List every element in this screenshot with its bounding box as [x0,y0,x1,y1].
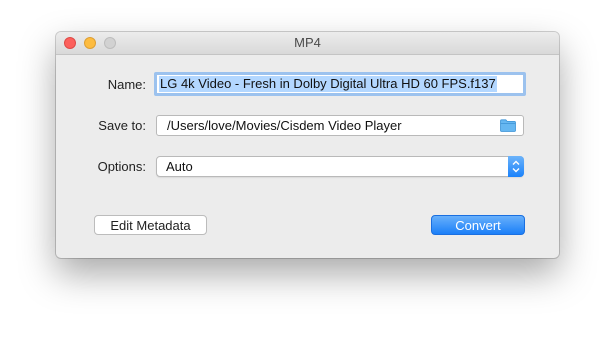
name-field[interactable]: LG 4k Video - Fresh in Dolby Digital Ult… [154,72,526,96]
name-value: LG 4k Video - Fresh in Dolby Digital Ult… [159,76,497,92]
name-label: Name: [107,77,146,92]
save-to-label: Save to: [98,118,146,133]
options-label: Options: [97,159,146,174]
save-path-value: /Users/love/Movies/Cisdem Video Player [167,118,402,133]
edit-metadata-button[interactable]: Edit Metadata [94,215,207,235]
convert-button[interactable]: Convert [431,215,525,235]
select-arrows-icon [508,156,524,177]
save-path-field[interactable]: /Users/love/Movies/Cisdem Video Player [156,115,524,136]
export-dialog-window: MP4 Name: LG 4k Video - Fresh in Dolby D… [56,32,559,258]
options-selected-value: Auto [166,159,193,174]
folder-icon[interactable] [500,119,516,132]
options-select[interactable]: Auto [156,156,524,177]
title-bar[interactable]: MP4 [56,32,559,55]
window-title: MP4 [294,35,321,50]
